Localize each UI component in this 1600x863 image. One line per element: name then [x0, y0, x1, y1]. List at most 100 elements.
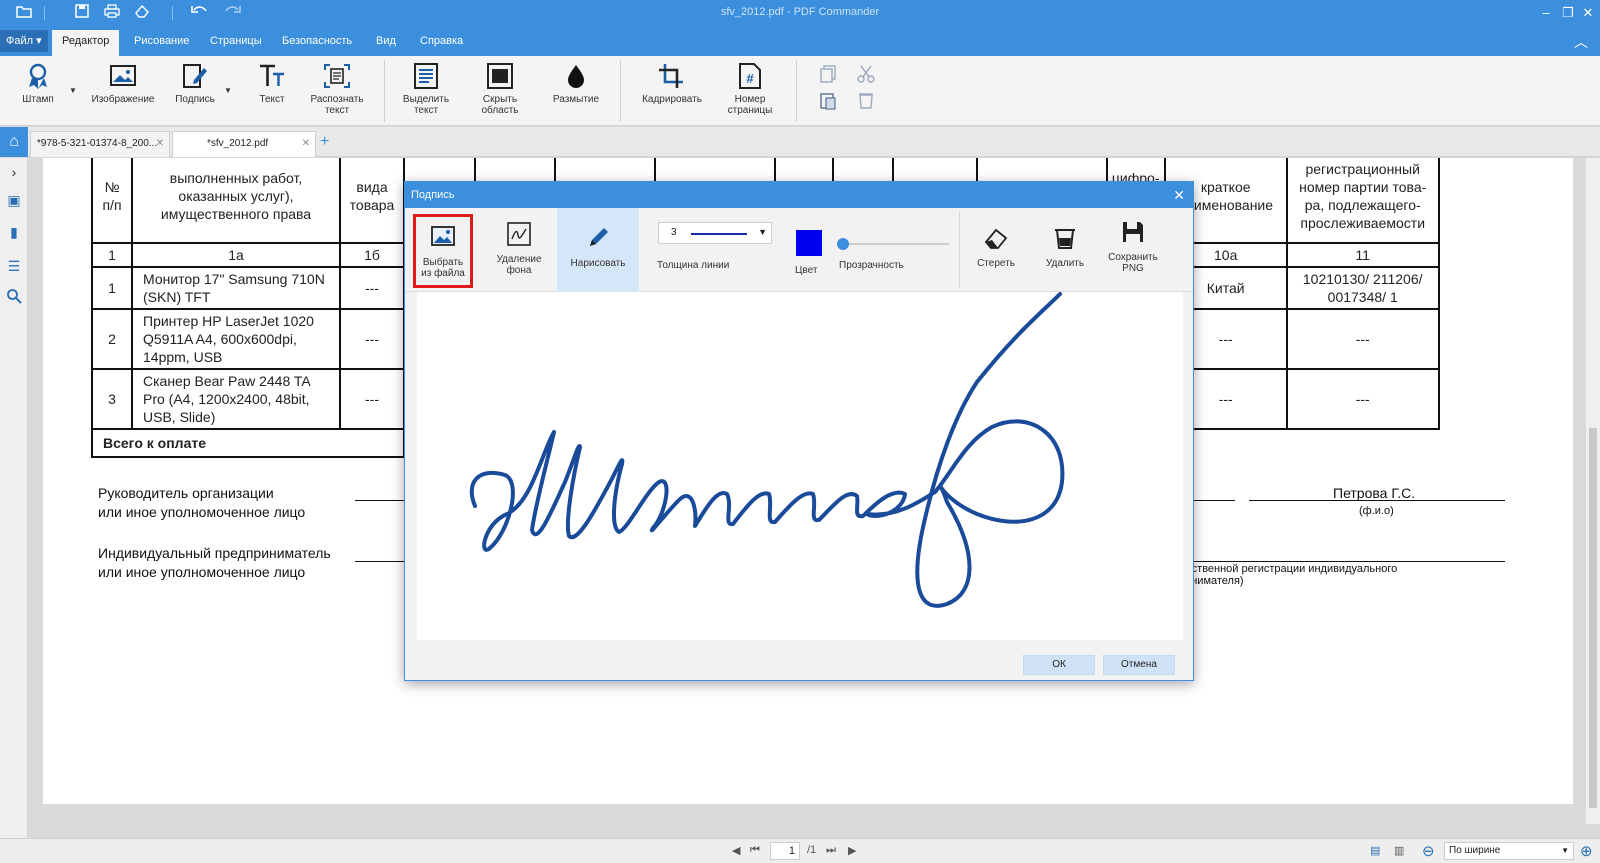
signature-dropdown-icon[interactable]: ▼: [224, 86, 232, 95]
slider-knob[interactable]: [837, 238, 849, 250]
draw-button[interactable]: Нарисовать: [557, 208, 639, 292]
color-label: Цвет: [795, 265, 818, 276]
remove-background-button[interactable]: Удаление фона: [483, 214, 555, 288]
opacity-label: Прозрачность: [839, 260, 904, 271]
stamp-button[interactable]: Штамп: [20, 62, 56, 105]
crop-button[interactable]: Кадрировать: [636, 62, 708, 105]
pen-color-swatch[interactable]: [796, 230, 822, 256]
thumbnails-icon[interactable]: ▣: [4, 190, 24, 210]
left-side-panel: › ▣ ▮ ☰: [0, 158, 28, 838]
close-tab-icon[interactable]: ✕: [156, 132, 164, 156]
dialog-toolbar: Выбрать из файла Удаление фона Нарисовать …: [405, 208, 1193, 292]
doc-tab-1[interactable]: *978-5-321-01374-8_200... ✕: [30, 131, 170, 157]
text-button[interactable]: Текст: [252, 62, 292, 105]
signature-canvas[interactable]: [417, 292, 1183, 640]
window-title: sfv_2012.pdf - PDF Commander: [720, 6, 880, 18]
stamp-dropdown-icon[interactable]: ▼: [69, 86, 77, 95]
expand-panel-icon[interactable]: ›: [4, 162, 24, 182]
select-text-button[interactable]: Выделить текст: [400, 62, 452, 116]
select-text-icon: [414, 63, 438, 89]
signature-dialog: Подпись ✕ Выбрать из файла Удаление фона Н…: [404, 181, 1194, 681]
trash-icon[interactable]: [856, 90, 876, 113]
dialog-close-icon[interactable]: ✕: [1173, 182, 1185, 208]
choose-from-file-button[interactable]: Выбрать из файла: [413, 214, 473, 288]
delete-button[interactable]: Удалить: [1037, 224, 1093, 269]
remove-background-icon: [507, 222, 531, 246]
close-window-icon[interactable]: ✕: [1578, 4, 1598, 22]
zoom-select[interactable]: По ширине ▼: [1444, 842, 1574, 860]
tab-drawing[interactable]: Рисование: [124, 30, 199, 56]
opacity-slider[interactable]: [837, 238, 949, 250]
restore-icon[interactable]: ❐: [1558, 4, 1578, 22]
stamp-icon: [29, 63, 47, 89]
tab-security[interactable]: Безопасность: [272, 30, 362, 56]
trash-icon: [1055, 229, 1075, 249]
image-file-icon: [431, 226, 455, 246]
minimize-icon[interactable]: –: [1536, 4, 1556, 22]
tab-pages[interactable]: Страницы: [200, 30, 272, 56]
signature-icon: [183, 64, 207, 88]
hide-area-button[interactable]: Скрыть область: [474, 62, 526, 116]
two-page-view-icon[interactable]: ▥: [1394, 844, 1404, 857]
pen-icon: [590, 228, 608, 246]
registration-line: [1173, 561, 1505, 562]
vertical-scrollbar[interactable]: [1586, 158, 1600, 824]
ribbon-toolbar: Штамп ▼ Изображение Подпись ▼ Текст Расп…: [0, 56, 1600, 126]
paste-icon[interactable]: [818, 90, 838, 113]
zoom-out-icon[interactable]: ⊖: [1422, 842, 1435, 860]
close-tab-icon[interactable]: ✕: [302, 132, 310, 156]
tab-help[interactable]: Справка: [410, 30, 473, 56]
save-png-button[interactable]: Сохранить PNG: [1103, 218, 1163, 274]
page-total: /1: [807, 844, 817, 856]
image-icon: [110, 65, 136, 86]
ok-button[interactable]: ОК: [1023, 655, 1095, 675]
text-icon: [260, 64, 284, 86]
chevron-down-icon: ▼: [758, 227, 767, 237]
handwritten-signature: [469, 292, 1065, 608]
image-button[interactable]: Изображение: [88, 62, 158, 105]
eraser-icon: [984, 228, 1008, 249]
recognize-text-button[interactable]: Распознать текст: [304, 62, 370, 116]
svg-text:#: #: [746, 71, 754, 86]
doc-tab-2[interactable]: *sfv_2012.pdf ✕: [172, 131, 316, 157]
title-bar: sfv_2012.pdf - PDF Commander – ❐ ✕: [0, 0, 1600, 26]
search-icon[interactable]: [4, 288, 24, 308]
hide-area-icon: [487, 63, 513, 89]
copy-icon[interactable]: [818, 64, 838, 87]
single-page-view-icon[interactable]: ▤: [1370, 844, 1380, 857]
last-page-icon[interactable]: ⏭: [826, 844, 836, 857]
crop-icon: [659, 64, 683, 88]
cancel-button[interactable]: Отмена: [1103, 655, 1175, 675]
fio-note: (ф.и.о): [1359, 505, 1394, 517]
page-number-icon: #: [739, 63, 761, 89]
home-icon[interactable]: ⌂: [0, 127, 28, 157]
bookmarks-icon[interactable]: ▮: [4, 222, 24, 242]
collapse-ribbon-icon[interactable]: ︿: [1574, 32, 1588, 52]
next-page-icon[interactable]: ▶: [848, 844, 856, 857]
add-tab-icon[interactable]: +: [320, 133, 329, 151]
document-tabs: ⌂ *978-5-321-01374-8_200... ✕ *sfv_2012.p…: [0, 127, 1600, 157]
annotations-icon[interactable]: ☰: [4, 256, 24, 276]
page-number-input[interactable]: 1: [770, 842, 800, 860]
status-bar: ◀ ⏮ 1 /1 ⏭ ▶ ▤ ▥ ⊖ По ширине ▼ ⊕: [0, 838, 1600, 863]
file-menu-button[interactable]: Файл ▾: [0, 30, 48, 52]
blur-button[interactable]: Размытие: [550, 62, 602, 105]
head-of-org-label: Руководитель организации или иное уполном…: [98, 485, 306, 520]
line-width-select[interactable]: 3 ▼: [658, 222, 772, 244]
cut-icon[interactable]: [856, 64, 876, 87]
signature-button[interactable]: Подпись: [170, 62, 220, 105]
menu-bar: Файл ▾ Редактор Рисование Страницы Безоп…: [0, 26, 1600, 56]
scrollbar-thumb[interactable]: [1589, 428, 1597, 808]
prev-page-icon[interactable]: ◀: [732, 844, 740, 857]
ocr-icon: [324, 64, 350, 88]
signer-name: Петрова Г.С.: [1333, 485, 1416, 501]
page-number-button[interactable]: # Номер страницы: [722, 62, 778, 116]
line-width-label: Толщина линии: [657, 260, 730, 271]
zoom-in-icon[interactable]: ⊕: [1580, 842, 1593, 860]
tab-view[interactable]: Вид: [366, 30, 406, 56]
dialog-title: Подпись: [405, 182, 1193, 208]
tab-editor[interactable]: Редактор: [52, 30, 120, 56]
erase-button[interactable]: Стереть: [967, 224, 1025, 269]
first-page-icon[interactable]: ⏮: [750, 844, 760, 857]
floppy-icon: [1123, 222, 1143, 242]
